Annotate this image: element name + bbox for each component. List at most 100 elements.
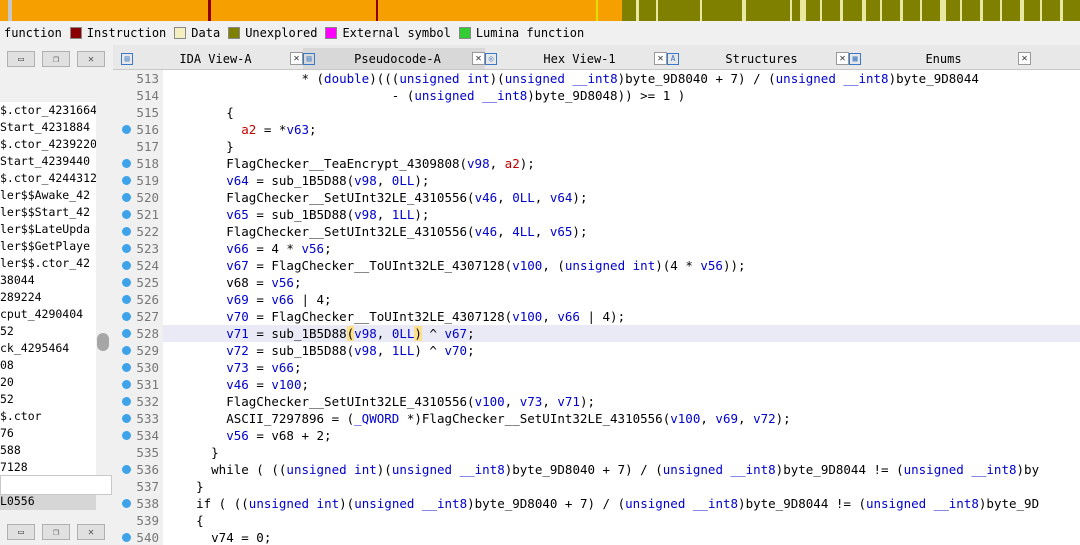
code-text[interactable]: * (double)(((unsigned int)(unsigned __in…: [166, 70, 978, 87]
code-line[interactable]: 515 {: [113, 104, 1080, 121]
scrollbar-thumb[interactable]: [97, 333, 109, 351]
code-line[interactable]: 537 }: [113, 478, 1080, 495]
function-list-item[interactable]: 38044: [0, 272, 96, 289]
restore-icon[interactable]: ❐: [42, 51, 70, 67]
code-line[interactable]: 523 v66 = 4 * v56;: [113, 240, 1080, 257]
code-line[interactable]: 536 while ( ((unsigned int)(unsigned __i…: [113, 461, 1080, 478]
functions-scrollbar[interactable]: [96, 102, 110, 517]
navigation-band[interactable]: [0, 0, 1080, 21]
function-list-item[interactable]: Start_4231884: [0, 119, 96, 136]
code-text[interactable]: if ( ((unsigned int)(unsigned __int8)byt…: [166, 495, 1039, 512]
functions-list[interactable]: $.ctor_4231664 Start_4231884 $.ctor_423922…: [0, 102, 96, 510]
code-line[interactable]: 519 v64 = sub_1B5D88(v98, 0LL);: [113, 172, 1080, 189]
function-list-item[interactable]: ck_4295464: [0, 340, 96, 357]
code-line[interactable]: 520 FlagChecker__SetUInt32LE_4310556(v46…: [113, 189, 1080, 206]
function-list-item[interactable]: $.ctor_4239220: [0, 136, 96, 153]
code-line[interactable]: 540 v74 = 0;: [113, 529, 1080, 545]
code-text[interactable]: FlagChecker__SetUInt32LE_4310556(v46, 4L…: [166, 223, 587, 240]
code-text[interactable]: ASCII_7297896 = (_QWORD *)FlagChecker__S…: [166, 410, 791, 427]
code-text[interactable]: a2 = *v63;: [166, 121, 316, 138]
function-list-item[interactable]: 20: [0, 374, 96, 391]
function-list-item[interactable]: 7128: [0, 459, 96, 476]
function-list-item[interactable]: $.ctor: [0, 408, 96, 425]
code-line[interactable]: 539 {: [113, 512, 1080, 529]
code-text[interactable]: v71 = sub_1B5D88(v98, 0LL) ^ v67;: [166, 325, 475, 342]
code-text[interactable]: v46 = v100;: [166, 376, 309, 393]
code-text[interactable]: }: [166, 444, 219, 461]
code-line[interactable]: 514 - (unsigned __int8)byte_9D8048)) >= …: [113, 87, 1080, 104]
code-line[interactable]: 521 v65 = sub_1B5D88(v98, 1LL);: [113, 206, 1080, 223]
code-text[interactable]: v72 = sub_1B5D88(v98, 1LL) ^ v70;: [166, 342, 474, 359]
code-text[interactable]: FlagChecker__SetUInt32LE_4310556(v100, v…: [166, 393, 595, 410]
code-text[interactable]: }: [166, 138, 234, 155]
close-tab-icon[interactable]: ✕: [472, 52, 485, 65]
code-line[interactable]: 529 v72 = sub_1B5D88(v98, 1LL) ^ v70;: [113, 342, 1080, 359]
function-list-item[interactable]: ler$$GetPlaye: [0, 238, 96, 255]
code-line[interactable]: 516 a2 = *v63;: [113, 121, 1080, 138]
code-line[interactable]: 524 v67 = FlagChecker__ToUInt32LE_430712…: [113, 257, 1080, 274]
code-line[interactable]: 538 if ( ((unsigned int)(unsigned __int8…: [113, 495, 1080, 512]
close-tab-icon[interactable]: ✕: [1018, 52, 1031, 65]
close-icon[interactable]: ✕: [77, 524, 105, 540]
code-line[interactable]: 518 FlagChecker__TeaEncrypt_4309808(v98,…: [113, 155, 1080, 172]
function-list-item[interactable]: Start_4239440: [0, 153, 96, 170]
function-list-item[interactable]: $.ctor_4244312: [0, 170, 96, 187]
minimize-icon[interactable]: ▭: [7, 51, 35, 67]
code-text[interactable]: v69 = v66 | 4;: [166, 291, 331, 308]
tab-pseudocode-a[interactable]: ▤ Pseudocode-A ✕: [303, 48, 485, 69]
code-text[interactable]: v74 = 0;: [166, 529, 271, 545]
minimize-icon[interactable]: ▭: [7, 524, 35, 540]
function-list-item[interactable]: 289224: [0, 289, 96, 306]
code-text[interactable]: {: [166, 512, 204, 529]
close-icon[interactable]: ✕: [77, 51, 105, 67]
code-text[interactable]: v64 = sub_1B5D88(v98, 0LL);: [166, 172, 429, 189]
function-list-item[interactable]: $.ctor_4231664: [0, 102, 96, 119]
close-tab-icon[interactable]: ✕: [654, 52, 667, 65]
code-text[interactable]: v68 = v56;: [166, 274, 301, 291]
code-text[interactable]: v56 = v68 + 2;: [166, 427, 331, 444]
code-line[interactable]: 528 v71 = sub_1B5D88(v98, 0LL) ^ v67;: [113, 325, 1080, 342]
code-text[interactable]: v67 = FlagChecker__ToUInt32LE_4307128(v1…: [166, 257, 745, 274]
pseudocode-view[interactable]: 513 * (double)(((unsigned int)(unsigned …: [113, 70, 1080, 545]
code-text[interactable]: FlagChecker__TeaEncrypt_4309808(v98, a2)…: [166, 155, 535, 172]
code-text[interactable]: while ( ((unsigned int)(unsigned __int8)…: [166, 461, 1039, 478]
close-tab-icon[interactable]: ✕: [290, 52, 303, 65]
code-line[interactable]: 525 v68 = v56;: [113, 274, 1080, 291]
function-list-item[interactable]: L0556: [0, 493, 96, 510]
tab-enums[interactable]: ▦ Enums ✕: [849, 48, 1031, 69]
code-line[interactable]: 530 v73 = v66;: [113, 359, 1080, 376]
close-tab-icon[interactable]: ✕: [836, 52, 849, 65]
code-line[interactable]: 534 v56 = v68 + 2;: [113, 427, 1080, 444]
code-text[interactable]: - (unsigned __int8)byte_9D8048)) >= 1 ): [166, 87, 686, 104]
functions-filter-input[interactable]: [0, 475, 112, 495]
code-line[interactable]: 513 * (double)(((unsigned int)(unsigned …: [113, 70, 1080, 87]
function-list-item[interactable]: ler$$Start_42: [0, 204, 96, 221]
function-list-item[interactable]: cput_4290404: [0, 306, 96, 323]
code-line[interactable]: 522 FlagChecker__SetUInt32LE_4310556(v46…: [113, 223, 1080, 240]
tab-ida-view-a[interactable]: ▤ IDA View-A ✕: [121, 48, 303, 69]
code-line[interactable]: 533 ASCII_7297896 = (_QWORD *)FlagChecke…: [113, 410, 1080, 427]
tab-structures[interactable]: A Structures ✕: [667, 48, 849, 69]
function-list-item[interactable]: ler$$LateUpda: [0, 221, 96, 238]
function-list-item[interactable]: ler$$.ctor_42: [0, 255, 96, 272]
code-line[interactable]: 535 }: [113, 444, 1080, 461]
code-line[interactable]: 526 v69 = v66 | 4;: [113, 291, 1080, 308]
function-list-item[interactable]: 76: [0, 425, 96, 442]
function-list-item[interactable]: 588: [0, 442, 96, 459]
code-text[interactable]: v66 = 4 * v56;: [166, 240, 331, 257]
code-text[interactable]: FlagChecker__SetUInt32LE_4310556(v46, 0L…: [166, 189, 587, 206]
code-line[interactable]: 517 }: [113, 138, 1080, 155]
function-list-item[interactable]: 08: [0, 357, 96, 374]
code-text[interactable]: }: [166, 478, 204, 495]
function-list-item[interactable]: ler$$Awake_42: [0, 187, 96, 204]
code-line[interactable]: 532 FlagChecker__SetUInt32LE_4310556(v10…: [113, 393, 1080, 410]
code-text[interactable]: {: [166, 104, 234, 121]
function-list-item[interactable]: 52: [0, 391, 96, 408]
restore-icon[interactable]: ❐: [42, 524, 70, 540]
code-text[interactable]: v73 = v66;: [166, 359, 301, 376]
code-text[interactable]: v70 = FlagChecker__ToUInt32LE_4307128(v1…: [166, 308, 625, 325]
code-line[interactable]: 531 v46 = v100;: [113, 376, 1080, 393]
function-list-item[interactable]: 52: [0, 323, 96, 340]
tab-hex-view-1[interactable]: ◎ Hex View-1 ✕: [485, 48, 667, 69]
code-line[interactable]: 527 v70 = FlagChecker__ToUInt32LE_430712…: [113, 308, 1080, 325]
